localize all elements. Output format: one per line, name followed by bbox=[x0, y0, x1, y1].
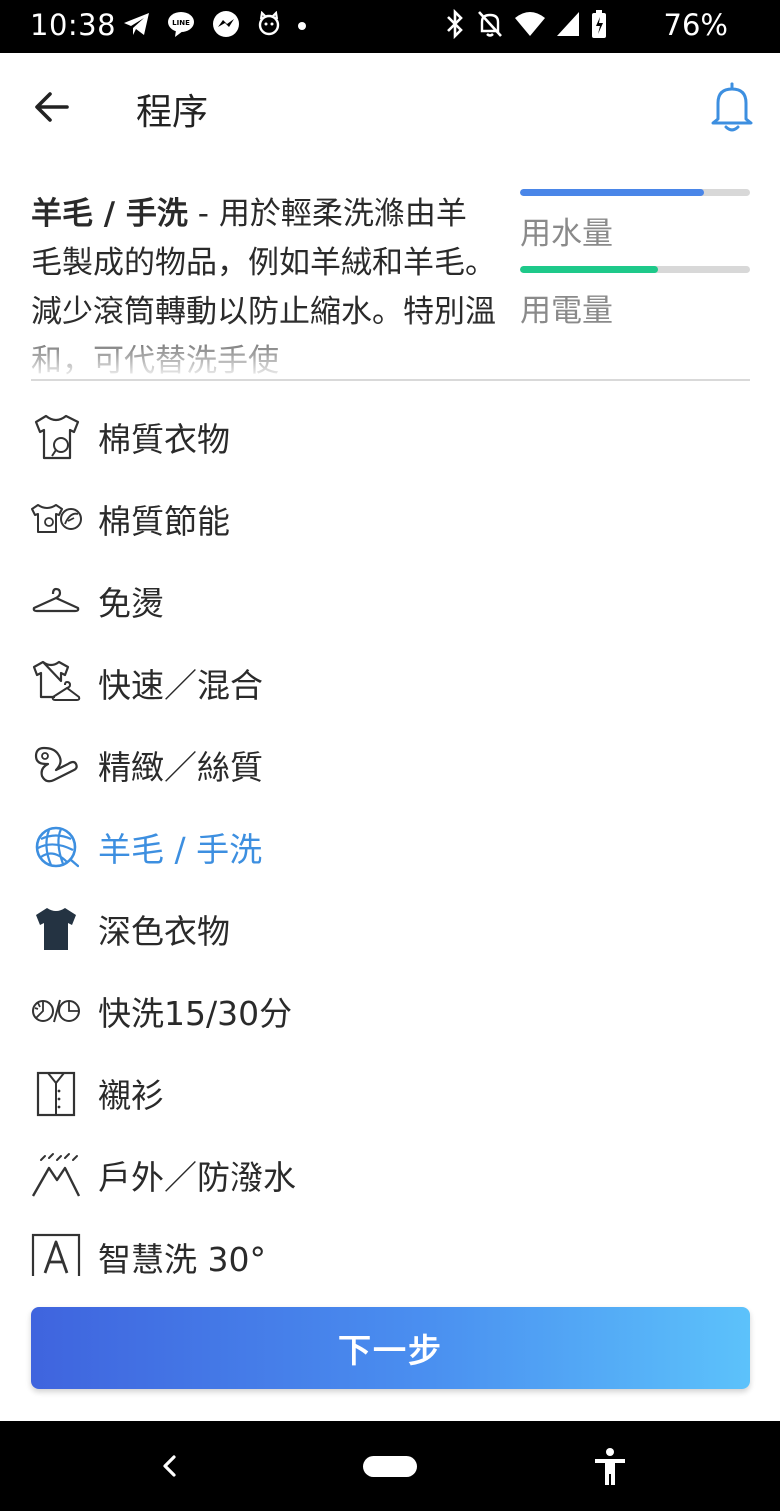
program-item-dark-clothes[interactable]: 深色衣物 bbox=[0, 888, 780, 970]
back-button[interactable] bbox=[28, 83, 76, 131]
divider bbox=[31, 379, 750, 381]
program-item-cotton-eco[interactable]: 棉質節能 bbox=[0, 478, 780, 560]
program-item-shirts[interactable]: 襯衫 bbox=[0, 1052, 780, 1134]
status-bar: 10:38 LINE 76% bbox=[0, 0, 780, 53]
dark-tshirt-icon bbox=[30, 903, 82, 955]
program-label: 棉質衣物 bbox=[98, 420, 230, 459]
program-label: 戶外／防潑水 bbox=[98, 1158, 296, 1197]
program-item-delicate-silk[interactable]: 精緻／絲質 bbox=[0, 724, 780, 806]
bluetooth-icon bbox=[444, 8, 466, 43]
cotton-shirt-icon bbox=[30, 411, 82, 463]
program-label: 襯衫 bbox=[98, 1076, 164, 1115]
program-label: 免燙 bbox=[98, 584, 164, 623]
power-usage-fill bbox=[520, 266, 658, 273]
program-item-cotton[interactable]: 棉質衣物 bbox=[0, 396, 780, 478]
cotton-eco-icon bbox=[30, 493, 82, 545]
dress-shirt-icon bbox=[30, 1067, 82, 1119]
svg-text:LINE: LINE bbox=[172, 19, 190, 27]
arrow-left-icon bbox=[35, 92, 69, 122]
notification-icons: LINE bbox=[122, 9, 308, 43]
dot-icon bbox=[296, 17, 308, 36]
program-label: 精緻／絲質 bbox=[98, 748, 263, 787]
system-nav-bar bbox=[0, 1421, 780, 1511]
description-program-name: 羊毛 / 手洗 bbox=[31, 196, 188, 232]
accessibility-icon[interactable] bbox=[592, 1447, 628, 1487]
program-item-quick-wash[interactable]: 快洗15/30分 bbox=[0, 970, 780, 1052]
power-usage: 用電量 bbox=[520, 266, 750, 330]
nav-home-icon[interactable] bbox=[363, 1456, 417, 1477]
nav-back-icon[interactable] bbox=[152, 1449, 186, 1483]
shirt-hanger-icon bbox=[30, 657, 82, 709]
water-usage: 用水量 bbox=[520, 189, 750, 253]
power-usage-label: 用電量 bbox=[520, 293, 613, 329]
hanger-icon bbox=[30, 575, 82, 627]
cat-icon bbox=[256, 10, 282, 41]
system-icons bbox=[444, 8, 608, 43]
auto-a-icon bbox=[30, 1231, 82, 1276]
program-label: 智慧洗 30° bbox=[98, 1240, 266, 1276]
line-icon: LINE bbox=[166, 10, 196, 42]
app-header: 程序 bbox=[0, 53, 780, 160]
bell-icon bbox=[711, 82, 753, 132]
program-item-outdoor[interactable]: 戶外／防潑水 bbox=[0, 1134, 780, 1216]
program-description: 羊毛 / 手洗 - 用於輕柔洗滌由羊毛製成的物品，例如羊絨和羊毛。 減少滾筒轉動… bbox=[31, 190, 496, 376]
status-time: 10:38 bbox=[30, 8, 117, 42]
program-item-wool-hand-wash[interactable]: 羊毛 / 手洗 bbox=[0, 806, 780, 888]
mute-icon bbox=[476, 9, 504, 43]
program-label: 羊毛 / 手洗 bbox=[98, 830, 263, 869]
next-button[interactable]: 下一步 bbox=[31, 1307, 750, 1389]
water-usage-track bbox=[520, 189, 750, 196]
water-usage-fill bbox=[520, 189, 704, 196]
program-label: 快洗15/30分 bbox=[98, 994, 293, 1033]
battery-icon bbox=[590, 9, 608, 43]
program-label: 棉質節能 bbox=[98, 502, 230, 541]
messenger-icon bbox=[210, 9, 242, 43]
wifi-icon bbox=[514, 10, 546, 42]
program-list: 棉質衣物 棉質節能 免燙 快速／混合 精緻／絲質 羊毛 / 手洗 深色衣物 快洗… bbox=[0, 396, 780, 1276]
program-item-quick-mix[interactable]: 快速／混合 bbox=[0, 642, 780, 724]
notification-button[interactable] bbox=[708, 81, 756, 135]
mountain-icon bbox=[30, 1149, 82, 1201]
program-item-smart-wash[interactable]: 智慧洗 30° bbox=[0, 1216, 780, 1276]
quick-wash-icon bbox=[30, 985, 82, 1037]
program-label: 快速／混合 bbox=[98, 666, 263, 705]
telegram-icon bbox=[122, 10, 152, 42]
battery-percent: 76% bbox=[663, 8, 728, 42]
program-label: 深色衣物 bbox=[98, 912, 230, 951]
signal-icon bbox=[556, 10, 580, 42]
page-title: 程序 bbox=[136, 92, 209, 133]
power-usage-track bbox=[520, 266, 750, 273]
program-item-no-iron[interactable]: 免燙 bbox=[0, 560, 780, 642]
silk-icon bbox=[30, 739, 82, 791]
next-button-label: 下一步 bbox=[338, 1331, 443, 1370]
wool-ball-icon bbox=[30, 821, 82, 873]
water-usage-label: 用水量 bbox=[520, 216, 613, 252]
